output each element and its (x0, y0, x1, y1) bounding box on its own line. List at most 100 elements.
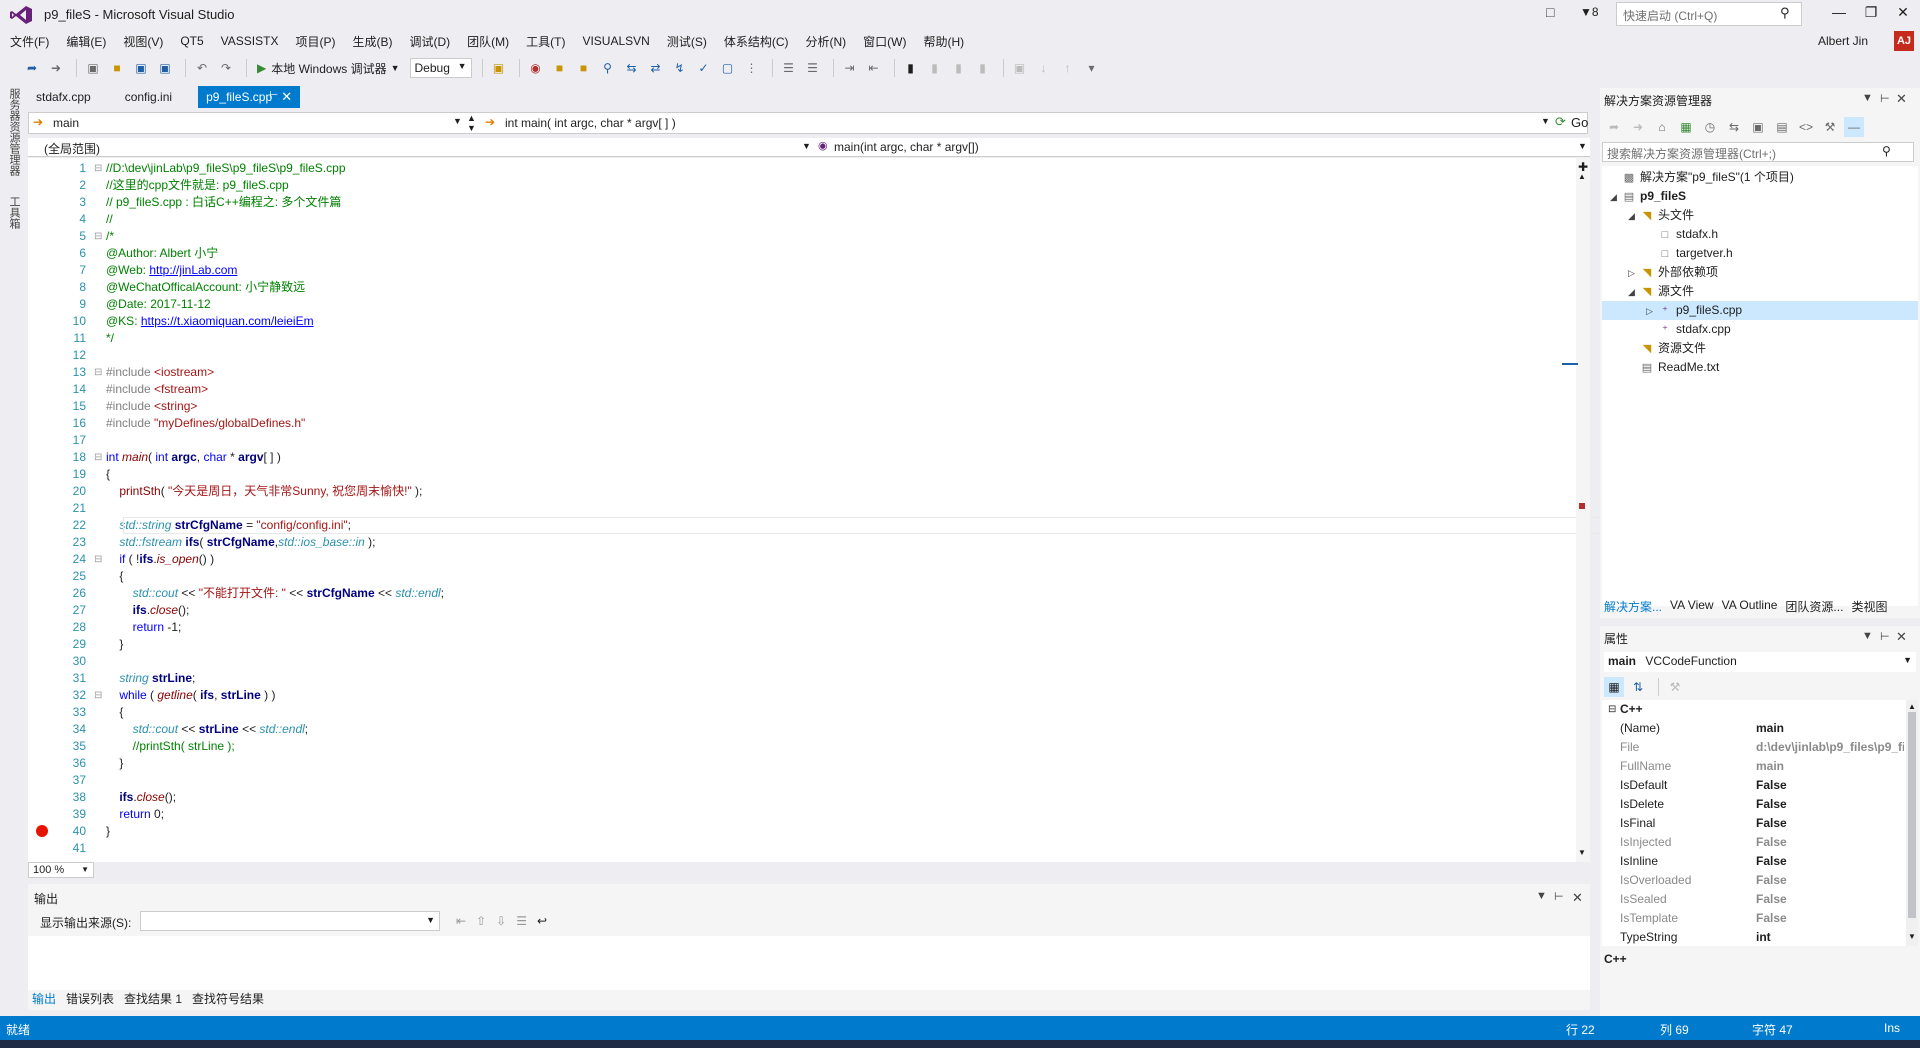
property-value[interactable]: main (1756, 757, 1904, 776)
categorized-icon[interactable]: ▦ (1604, 677, 1624, 697)
property-row[interactable]: IsInline False (1602, 852, 1906, 871)
outline-icon[interactable]: ☰ (779, 58, 799, 78)
code-line[interactable]: 2 //这里的cpp文件就是: p9_fileS.cpp (28, 177, 1588, 194)
property-value[interactable]: int (1756, 928, 1904, 947)
code-line[interactable]: 16 #include "myDefines/globalDefines.h" (28, 415, 1588, 432)
move-up-icon[interactable]: ↑ (1058, 58, 1078, 78)
find-prev-icon[interactable]: ⇧ (476, 914, 486, 928)
fold-toggle-icon[interactable]: ⊟ (94, 687, 104, 704)
code-line[interactable]: 37 (28, 772, 1588, 789)
property-value[interactable]: False (1756, 795, 1904, 814)
scroll-up-icon[interactable]: ▲ (1578, 172, 1586, 181)
code-line[interactable]: 34 std::cout << strLine << std::endl; (28, 721, 1588, 738)
menu-help[interactable]: 帮助(H) (924, 33, 974, 50)
va-tool-icon[interactable]: ⋮ (742, 58, 762, 78)
scroll-thumb[interactable] (1908, 712, 1916, 918)
code-line[interactable]: 8 @WeChatOfficalAccount: 小宁静致远 (28, 279, 1588, 296)
property-grid-scrollbar[interactable]: ▲ ▼ (1906, 700, 1918, 946)
word-wrap-icon[interactable]: ↩ (537, 914, 547, 928)
find-in-files-icon[interactable]: ▣ (489, 58, 509, 78)
chevron-down-icon[interactable]: ▼ (802, 141, 811, 151)
code-line[interactable]: 3 // p9_fileS.cpp : 白话C++编程之: 多个文件篇 (28, 194, 1588, 211)
outdent-icon[interactable]: ⇤ (864, 58, 884, 78)
close-icon[interactable]: ✕ (1572, 890, 1583, 906)
close-window-button[interactable]: ✕ (1890, 4, 1916, 26)
code-line[interactable]: 1 ⊟//D:\dev\jinLab\p9_fileS\p9_fileS\p9_f… (28, 160, 1588, 177)
indent-icon[interactable]: ⇥ (840, 58, 860, 78)
pin-icon[interactable]: ⊢ (1554, 890, 1564, 903)
tree-item[interactable]: ▷ ◥ 外部依赖项 (1628, 263, 1718, 282)
collapse-icon[interactable]: ⊟ (1608, 700, 1616, 719)
tab-va-outline[interactable]: VA Outline (1722, 598, 1778, 616)
member-combo[interactable]: int main( int argc, char * argv[ ] ) (505, 116, 676, 130)
forward-icon[interactable]: ➜ (46, 58, 66, 78)
code-line[interactable]: 38 ifs.close(); (28, 789, 1588, 806)
fold-toggle-icon[interactable]: ⊟ (94, 160, 104, 177)
code-line[interactable]: 5 ⊟/* (28, 228, 1588, 245)
tab-class-view[interactable]: 类视图 (1851, 598, 1887, 616)
find-next-icon[interactable]: ⇩ (496, 914, 506, 928)
code-line[interactable]: 29 } (28, 636, 1588, 653)
tree-item[interactable]: ⁺ stdafx.cpp (1646, 320, 1731, 339)
expanded-arrow-icon[interactable]: ◢ (1628, 283, 1640, 302)
preview-selected-icon[interactable]: — (1844, 117, 1864, 137)
minimize-button[interactable]: — (1826, 4, 1852, 26)
property-row[interactable]: TypeString int (1602, 928, 1906, 947)
expanded-arrow-icon[interactable]: ◢ (1628, 207, 1640, 226)
undo-icon[interactable]: ↶ (192, 58, 212, 78)
property-row[interactable]: IsFinal False (1602, 814, 1906, 833)
code-line[interactable]: 9 @Date: 2017-11-12 (28, 296, 1588, 313)
menu-file[interactable]: 文件(F) (10, 33, 58, 50)
menu-vassistx[interactable]: VASSISTX (221, 34, 288, 48)
home-icon[interactable]: ⌂ (1652, 117, 1672, 137)
va-tool-icon[interactable]: ✓ (694, 58, 714, 78)
code-line[interactable]: 18 ⊟ int main( int argc, char * argv[ ] ) (28, 449, 1588, 466)
menu-qt5[interactable]: QT5 (180, 34, 212, 48)
property-row[interactable]: File d:\dev\jinlab\p9_files\p9_fileS.cpp (1602, 738, 1906, 757)
tab-p9-files-cpp[interactable]: p9_fileS.cpp ⊢ ✕ (198, 86, 301, 108)
solution-search-input[interactable]: 搜索解决方案资源管理器(Ctrl+;) (1602, 142, 1914, 162)
go-icon[interactable]: ⟳ (1555, 114, 1566, 130)
pending-changes-filter-icon[interactable]: ◷ (1700, 117, 1720, 137)
menu-edit[interactable]: 编辑(E) (66, 33, 115, 50)
fold-toggle-icon[interactable]: ⊟ (94, 228, 104, 245)
maximize-button[interactable]: ❐ (1858, 4, 1884, 26)
goto-prev-message-icon[interactable]: ⇤ (456, 914, 466, 928)
sync-icon[interactable]: ⇆ (1724, 117, 1744, 137)
code-line[interactable]: 33 { (28, 704, 1588, 721)
search-icon[interactable]: ⚲ (1882, 144, 1891, 158)
va-tool-icon[interactable]: ↯ (670, 58, 690, 78)
outline-icon[interactable]: ☰ (803, 58, 823, 78)
tree-item[interactable]: ◢ ◥ 头文件 (1628, 206, 1694, 225)
properties-object-select[interactable]: main VCCodeFunction ▼ (1604, 652, 1916, 672)
server-explorer-tab[interactable]: 服务器资源管理器 (6, 88, 22, 176)
show-all-files-icon[interactable]: ▤ (1772, 117, 1792, 137)
menu-visualsvn[interactable]: VISUALSVN (582, 34, 658, 48)
code-line[interactable]: 17 (28, 432, 1588, 449)
tab-error-list[interactable]: 错误列表 (66, 990, 114, 1008)
pin-icon[interactable]: ⊢ (1880, 630, 1890, 643)
global-scope-combo[interactable]: (全局范围) (44, 140, 100, 157)
user-name[interactable]: Albert Jin (1818, 34, 1868, 48)
menu-project[interactable]: 项目(P) (295, 33, 344, 50)
code-line[interactable]: 35 //printSth( strLine ); (28, 738, 1588, 755)
menu-window[interactable]: 窗口(W) (863, 33, 915, 50)
property-value[interactable]: False (1756, 871, 1904, 890)
code-line[interactable]: 27 ifs.close(); (28, 602, 1588, 619)
go-button[interactable]: Go (1571, 115, 1588, 130)
code-line[interactable]: 24 ⊟ if ( !ifs.is_open() ) (28, 551, 1588, 568)
pin-icon[interactable]: ⊢ (1880, 92, 1890, 105)
property-row[interactable]: (Name) main (1602, 719, 1906, 738)
code-line[interactable]: 19 { (28, 466, 1588, 483)
code-line[interactable]: 6 @Author: Albert 小宁 (28, 245, 1588, 262)
tab-stdafx-cpp[interactable]: stdafx.cpp (28, 86, 99, 108)
back-icon[interactable]: ➦ (22, 58, 42, 78)
property-value[interactable]: False (1756, 852, 1904, 871)
avatar[interactable]: AJ (1894, 31, 1914, 51)
menu-analyze[interactable]: 分析(N) (806, 33, 856, 50)
pin-icon[interactable]: ⊢ (269, 90, 278, 101)
notification-icon[interactable]: □ (1546, 4, 1554, 20)
property-row[interactable]: IsTemplate False (1602, 909, 1906, 928)
tree-item[interactable]: ▷ ⁺ p9_fileS.cpp (1602, 301, 1918, 320)
va-tool-icon[interactable]: ⇄ (646, 58, 666, 78)
